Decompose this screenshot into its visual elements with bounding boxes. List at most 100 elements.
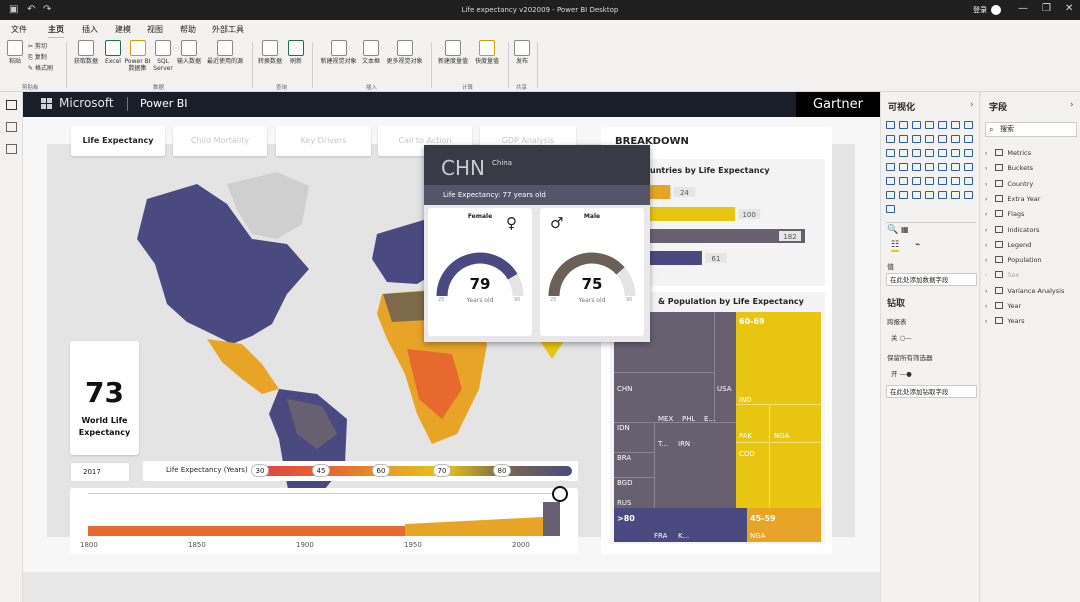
pbi-dataset-button[interactable]: Power BI 数据集 bbox=[123, 40, 152, 72]
table-tab-icon[interactable]: ▦ bbox=[901, 225, 909, 234]
visual-type-icon[interactable] bbox=[899, 177, 908, 185]
visual-type-icon[interactable] bbox=[951, 177, 960, 185]
field-table-item[interactable]: › Years bbox=[985, 317, 1025, 325]
format-painter-button[interactable]: ✎ 格式刷 bbox=[28, 63, 53, 74]
menu-help[interactable]: 帮助 bbox=[180, 24, 196, 35]
menu-insert[interactable]: 插入 bbox=[82, 24, 98, 35]
recent-sources-button[interactable]: 最近使用的源 bbox=[204, 40, 246, 65]
visual-type-icon[interactable] bbox=[938, 135, 947, 143]
bar[interactable] bbox=[650, 185, 671, 199]
copy-button[interactable]: ⎘ 复制 bbox=[28, 52, 53, 63]
more-visuals-button[interactable]: 更多视觉对象 bbox=[382, 40, 427, 65]
visual-type-icon[interactable] bbox=[886, 163, 895, 171]
paste-button[interactable]: 粘贴 bbox=[4, 40, 26, 65]
menu-modeling[interactable]: 建模 bbox=[115, 24, 131, 35]
field-table-item[interactable]: › Buckets bbox=[985, 164, 1033, 172]
collapse-fields-icon[interactable]: › bbox=[1070, 100, 1074, 110]
visual-type-icon[interactable] bbox=[964, 163, 973, 171]
visual-type-icon[interactable] bbox=[951, 191, 960, 199]
visual-type-icon[interactable] bbox=[951, 149, 960, 157]
treemap[interactable]: CHN USA MEX PHL E... IDN T... IRN BRA BG… bbox=[614, 312, 821, 542]
timeline-slider-handle[interactable] bbox=[552, 486, 568, 502]
format-paint-icon[interactable]: ⌁ bbox=[915, 240, 920, 250]
visual-type-icon[interactable] bbox=[925, 121, 934, 129]
visual-type-icon[interactable] bbox=[925, 149, 934, 157]
refresh-button[interactable]: 刷新 bbox=[285, 40, 307, 65]
field-table-item[interactable]: › Indicators bbox=[985, 225, 1040, 234]
visual-type-icon[interactable] bbox=[899, 121, 908, 129]
tab-key-drivers[interactable]: Key Drivers bbox=[276, 126, 371, 156]
visual-type-icon[interactable] bbox=[899, 191, 908, 199]
field-table-item[interactable]: › Flags bbox=[985, 210, 1024, 218]
visual-type-icon[interactable] bbox=[912, 149, 921, 157]
visual-type-icon[interactable] bbox=[886, 191, 895, 199]
visual-type-icon[interactable] bbox=[938, 163, 947, 171]
field-table-item[interactable]: › Sex bbox=[985, 271, 1019, 279]
visual-type-icon[interactable] bbox=[964, 191, 973, 199]
visual-type-icon[interactable] bbox=[886, 135, 895, 143]
visual-type-icon[interactable] bbox=[886, 149, 895, 157]
menu-file[interactable]: 文件 bbox=[11, 24, 27, 35]
visual-type-icon[interactable] bbox=[886, 205, 895, 213]
visual-type-icon[interactable] bbox=[938, 177, 947, 185]
visual-type-icon[interactable] bbox=[964, 135, 973, 143]
bar[interactable] bbox=[650, 251, 702, 265]
field-table-item[interactable]: › Year bbox=[985, 302, 1021, 310]
field-table-item[interactable]: › Legend bbox=[985, 240, 1031, 249]
field-table-item[interactable]: › Metrics bbox=[985, 149, 1031, 157]
get-data-button[interactable]: 获取数据 bbox=[70, 40, 102, 65]
new-measure-button[interactable]: 新建度量值 bbox=[434, 40, 472, 65]
visual-type-icon[interactable] bbox=[951, 121, 960, 129]
field-table-item[interactable]: › Variance Analysis bbox=[985, 286, 1064, 295]
data-view-icon[interactable] bbox=[6, 122, 17, 132]
timeline-chart[interactable]: 1800 1850 1900 1950 2000 bbox=[70, 486, 578, 554]
visual-type-icon[interactable] bbox=[964, 121, 973, 129]
collapse-viz-icon[interactable]: › bbox=[970, 100, 974, 110]
field-search-input[interactable]: ⌕ 搜索 bbox=[985, 122, 1077, 137]
minimize-icon[interactable]: — bbox=[1018, 3, 1028, 14]
visual-type-icon[interactable] bbox=[951, 135, 960, 143]
central-america-shape[interactable] bbox=[207, 339, 279, 394]
user-avatar[interactable] bbox=[991, 5, 1001, 15]
enter-data-button[interactable]: 输入数据 bbox=[174, 40, 204, 65]
treemap-yellow[interactable] bbox=[736, 312, 821, 508]
model-view-icon[interactable] bbox=[6, 144, 17, 154]
visual-type-icon[interactable] bbox=[912, 163, 921, 171]
sql-server-button[interactable]: SQL Server bbox=[152, 40, 174, 72]
tab-child-mortality[interactable]: Child Mortality bbox=[173, 126, 267, 156]
publish-button[interactable]: 发布 bbox=[511, 40, 533, 65]
visual-type-icon[interactable] bbox=[912, 177, 921, 185]
add-data-field-drop[interactable]: 在此处添加数据字段 bbox=[886, 273, 977, 286]
fields-well-icon[interactable]: ☷ bbox=[891, 240, 900, 252]
cross-report-toggle[interactable]: 关 ○— bbox=[891, 332, 912, 342]
visual-type-icon[interactable] bbox=[912, 121, 921, 129]
login-link[interactable]: 登录 bbox=[973, 5, 987, 15]
close-icon[interactable]: ✕ bbox=[1065, 3, 1073, 14]
visual-type-icon[interactable] bbox=[912, 191, 921, 199]
menu-view[interactable]: 视图 bbox=[147, 24, 163, 35]
menu-external-tools[interactable]: 外部工具 bbox=[212, 24, 244, 35]
field-table-item[interactable]: › Population bbox=[985, 256, 1042, 264]
visual-type-icon[interactable] bbox=[886, 177, 895, 185]
menu-home[interactable]: 主页 bbox=[48, 24, 64, 39]
cut-button[interactable]: ✂ 剪切 bbox=[28, 41, 53, 52]
visual-type-icon[interactable] bbox=[899, 135, 908, 143]
bar[interactable] bbox=[650, 207, 736, 221]
keep-filters-toggle[interactable]: 开 —● bbox=[891, 368, 912, 378]
visual-type-icon[interactable] bbox=[938, 191, 947, 199]
field-table-item[interactable]: › Extra Year bbox=[985, 194, 1040, 203]
visual-type-icon[interactable] bbox=[899, 149, 908, 157]
text-box-button[interactable]: 文本框 bbox=[360, 40, 382, 65]
new-visual-button[interactable]: 新建视觉对象 bbox=[316, 40, 361, 65]
visual-type-icon[interactable] bbox=[899, 163, 908, 171]
excel-button[interactable]: Excel bbox=[102, 40, 124, 65]
field-table-item[interactable]: › Country bbox=[985, 179, 1033, 188]
restore-icon[interactable]: ❐ bbox=[1042, 3, 1051, 14]
quick-measure-button[interactable]: 快度量值 bbox=[470, 40, 504, 65]
fields-tab-icon[interactable]: 🔍 bbox=[887, 225, 898, 235]
visual-type-icon[interactable] bbox=[912, 135, 921, 143]
visual-type-icon[interactable] bbox=[925, 163, 934, 171]
visual-type-icon[interactable] bbox=[964, 177, 973, 185]
year-selector[interactable]: 2017 bbox=[70, 462, 130, 482]
visual-type-icon[interactable] bbox=[925, 177, 934, 185]
